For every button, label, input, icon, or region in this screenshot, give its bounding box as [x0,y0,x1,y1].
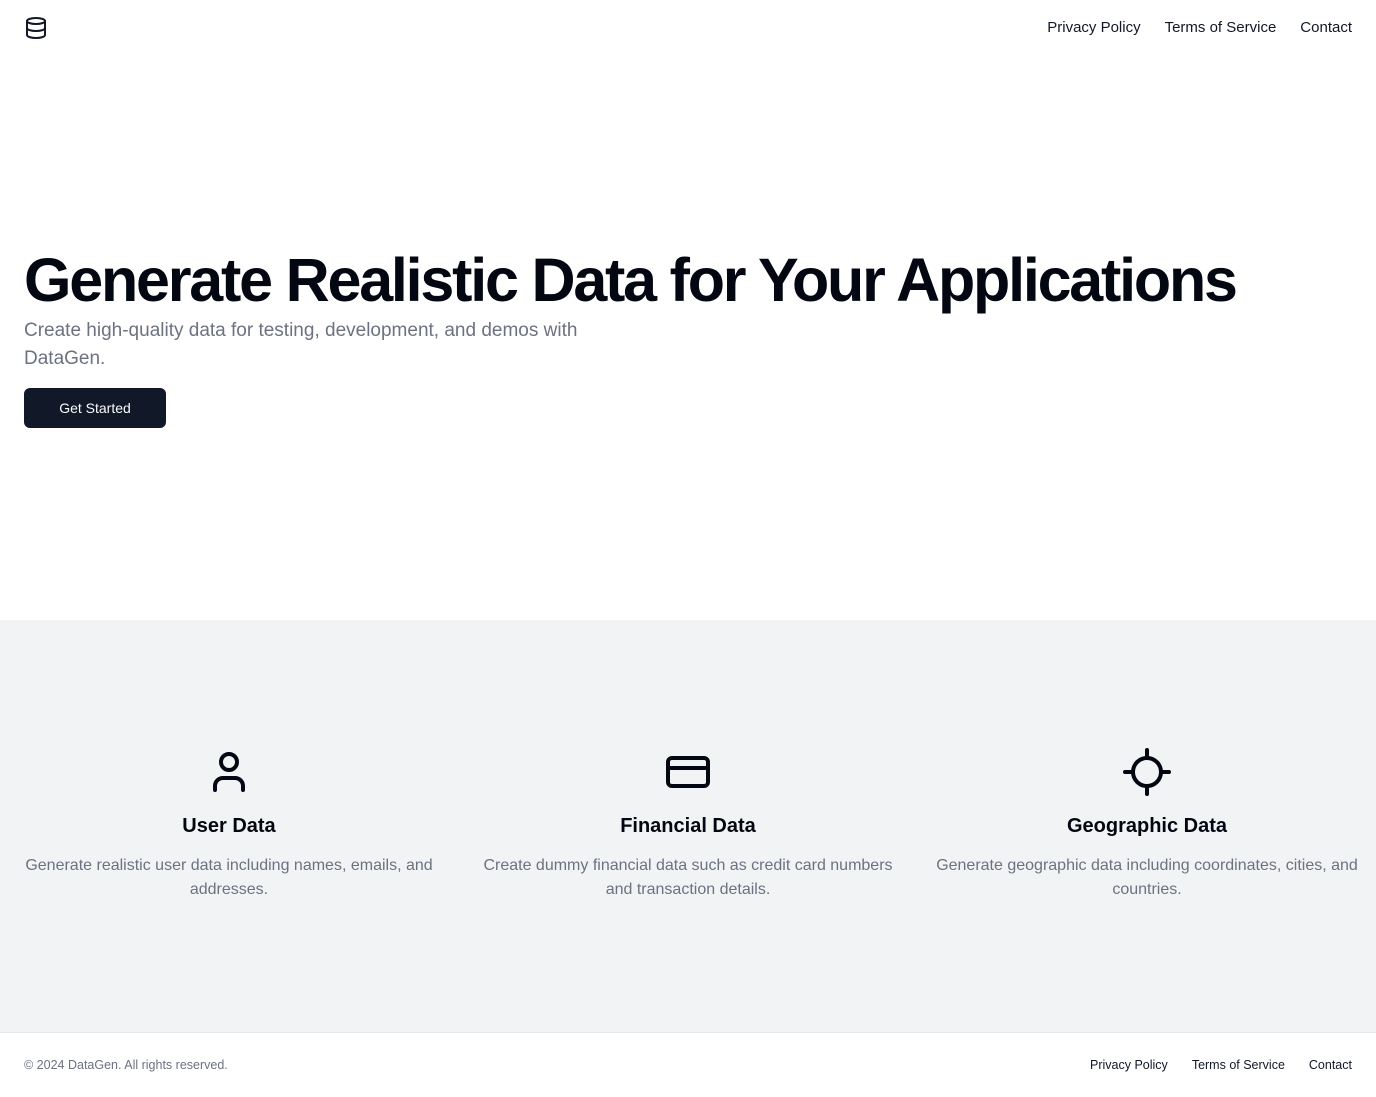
footer-link-contact[interactable]: Contact [1309,1057,1352,1073]
copyright-text: © 2024 DataGen. All rights reserved. [24,1058,228,1072]
feature-geographic-data: Geographic Data Generate geographic data… [932,748,1362,902]
get-started-button[interactable]: Get Started [24,388,166,428]
footer-nav: Privacy Policy Terms of Service Contact [1090,1057,1352,1073]
site-footer: © 2024 DataGen. All rights reserved. Pri… [0,1032,1376,1097]
hero-section: Generate Realistic Data for Your Applica… [0,56,1376,620]
header-nav: Privacy Policy Terms of Service Contact [1047,18,1352,38]
feature-title: Financial Data [620,815,756,837]
feature-description: Generate geographic data including coord… [936,857,1358,898]
feature-description: Generate realistic user data including n… [25,857,433,898]
feature-description: Create dummy financial data such as cred… [483,857,893,898]
footer-link-terms[interactable]: Terms of Service [1192,1057,1285,1073]
header-link-contact[interactable]: Contact [1300,18,1352,38]
header-link-privacy[interactable]: Privacy Policy [1047,18,1140,38]
hero-subtitle: Create high-quality data for testing, de… [24,320,578,369]
credit-card-icon [664,748,712,796]
feature-financial-data: Financial Data Create dummy financial da… [473,748,903,902]
logo-link[interactable] [24,16,48,40]
feature-title: Geographic Data [1066,815,1228,837]
feature-user-data: User Data Generate realistic user data i… [14,748,444,902]
hero-title: Generate Realistic Data for Your Applica… [24,246,1238,314]
database-icon [24,16,48,40]
user-icon [205,748,253,796]
header-link-terms[interactable]: Terms of Service [1165,18,1277,38]
footer-link-privacy[interactable]: Privacy Policy [1090,1057,1168,1073]
features-section: User Data Generate realistic user data i… [0,620,1376,1032]
site-header: Privacy Policy Terms of Service Contact [0,0,1376,56]
feature-title: User Data [182,815,276,837]
crosshair-icon [1123,748,1171,796]
